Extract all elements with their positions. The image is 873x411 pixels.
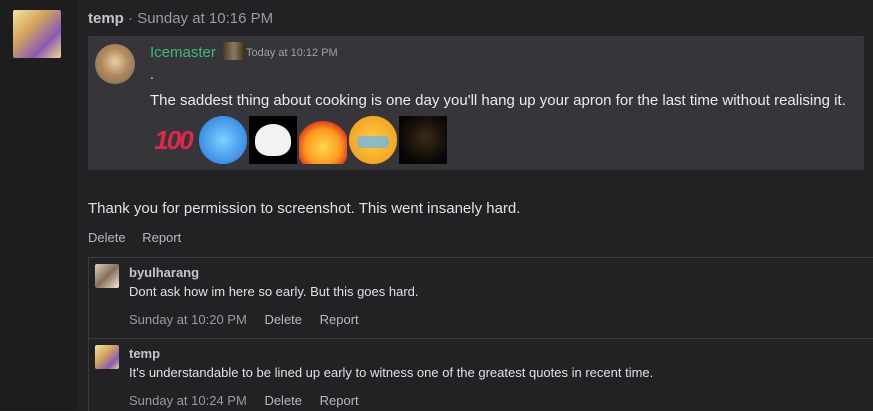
reply-username[interactable]: byulharang [129, 265, 199, 280]
quoted-message: Icemaster Today at 10:12 PM . The saddes… [88, 36, 864, 170]
post-actions: Delete Report [88, 230, 194, 245]
delete-link[interactable]: Delete [264, 312, 302, 327]
delete-link[interactable]: Delete [264, 393, 302, 408]
reply-time: Sunday at 10:20 PM [129, 312, 247, 327]
role-badge-icon [223, 42, 245, 60]
reply-text: Dont ask how im here so early. But this … [129, 284, 419, 299]
quote-avatar[interactable] [95, 44, 135, 84]
report-link[interactable]: Report [320, 393, 359, 408]
avatar[interactable] [13, 10, 61, 58]
dark-face-emoji [399, 116, 447, 164]
quote-text: The saddest thing about cooking is one d… [150, 92, 846, 109]
post-header: temp · Sunday at 10:16 PM [88, 10, 273, 27]
crying-face-emoji [349, 116, 397, 164]
reply-meta: Sunday at 10:20 PM Delete Report [129, 312, 373, 327]
timestamp: Sunday at 10:16 PM [137, 10, 274, 27]
delete-link[interactable]: Delete [88, 230, 126, 245]
reply-meta: Sunday at 10:24 PM Delete Report [129, 393, 373, 408]
avatar-gutter [0, 0, 77, 410]
quote-time: Today at 10:12 PM [246, 47, 338, 59]
reply-username[interactable]: temp [129, 346, 160, 361]
reply-item: byulharang Dont ask how im here so early… [88, 257, 873, 338]
troll-face-emoji [249, 116, 297, 164]
reply-text: It's understandable to be lined up early… [129, 365, 654, 380]
reply-time: Sunday at 10:24 PM [129, 393, 247, 408]
report-link[interactable]: Report [320, 312, 359, 327]
report-link[interactable]: Report [142, 230, 181, 245]
post: temp · Sunday at 10:16 PM Icemaster Toda… [77, 0, 873, 411]
hundred-points-emoji: 100 [154, 125, 193, 155]
emoji-row: 100 [149, 116, 447, 164]
quote-dot: . [150, 66, 154, 82]
avatar[interactable] [95, 264, 119, 288]
avatar[interactable] [95, 345, 119, 369]
quote-author[interactable]: Icemaster [150, 44, 216, 61]
fire-emoji [299, 116, 347, 164]
separator: · [128, 10, 134, 27]
username[interactable]: temp [88, 10, 124, 27]
message-text: Thank you for permission to screenshot. … [88, 200, 521, 217]
cold-face-emoji [199, 116, 247, 164]
reply-item: temp It's understandable to be lined up … [88, 338, 873, 411]
